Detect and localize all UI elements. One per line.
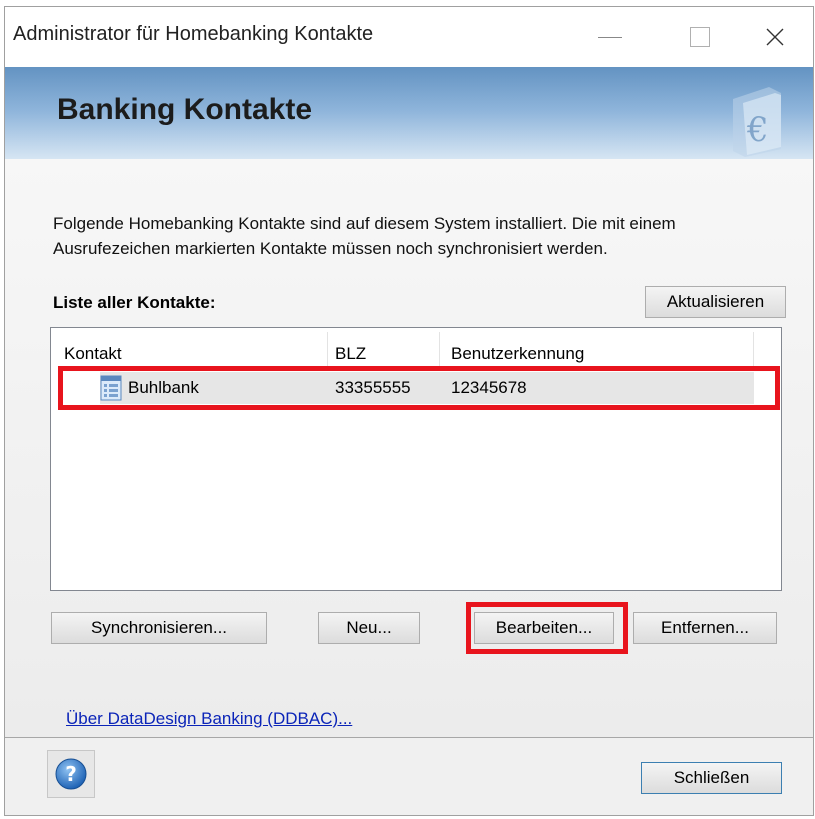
title-bar[interactable]: Administrator für Homebanking Kontakte bbox=[5, 7, 813, 67]
close-window-button[interactable] bbox=[730, 7, 813, 67]
content-area: Folgende Homebanking Kontakte sind auf d… bbox=[5, 159, 813, 737]
column-divider[interactable] bbox=[327, 332, 328, 368]
euro-document-icon: € bbox=[733, 87, 781, 157]
window-title: Administrator für Homebanking Kontakte bbox=[13, 23, 374, 45]
contacts-list[interactable]: Kontakt BLZ Benutzerkennung Buhlbank 333… bbox=[50, 327, 782, 591]
close-icon bbox=[766, 28, 784, 46]
new-button[interactable]: Neu... bbox=[318, 612, 420, 644]
column-header-blz[interactable]: BLZ bbox=[335, 344, 366, 364]
header-banner: Banking Kontakte € bbox=[5, 67, 813, 159]
about-link[interactable]: Über DataDesign Banking (DDBAC)... bbox=[66, 709, 352, 729]
column-divider[interactable] bbox=[753, 332, 754, 368]
synchronize-button[interactable]: Synchronisieren... bbox=[51, 612, 267, 644]
help-button[interactable]: ? bbox=[47, 750, 95, 798]
svg-text:€: € bbox=[746, 110, 769, 150]
minimize-button[interactable] bbox=[565, 7, 655, 67]
row-highlight-annotation bbox=[58, 366, 780, 410]
dialog-window: Administrator für Homebanking Kontakte B… bbox=[4, 6, 814, 816]
minimize-icon bbox=[598, 36, 622, 38]
svg-text:?: ? bbox=[65, 762, 77, 786]
page-title: Banking Kontakte bbox=[57, 93, 313, 126]
list-label: Liste aller Kontakte: bbox=[53, 293, 216, 312]
edit-highlight-annotation bbox=[466, 602, 628, 654]
column-header-contact[interactable]: Kontakt bbox=[64, 344, 122, 364]
footer-bar: ? Schließen bbox=[5, 737, 813, 815]
close-button[interactable]: Schließen bbox=[641, 762, 782, 794]
column-divider[interactable] bbox=[439, 332, 440, 368]
column-header-user-id[interactable]: Benutzerkennung bbox=[451, 344, 584, 364]
maximize-icon bbox=[690, 27, 710, 47]
help-icon: ? bbox=[55, 758, 87, 790]
intro-text: Folgende Homebanking Kontakte sind auf d… bbox=[53, 214, 676, 258]
remove-button[interactable]: Entfernen... bbox=[633, 612, 777, 644]
refresh-button[interactable]: Aktualisieren bbox=[645, 286, 786, 318]
